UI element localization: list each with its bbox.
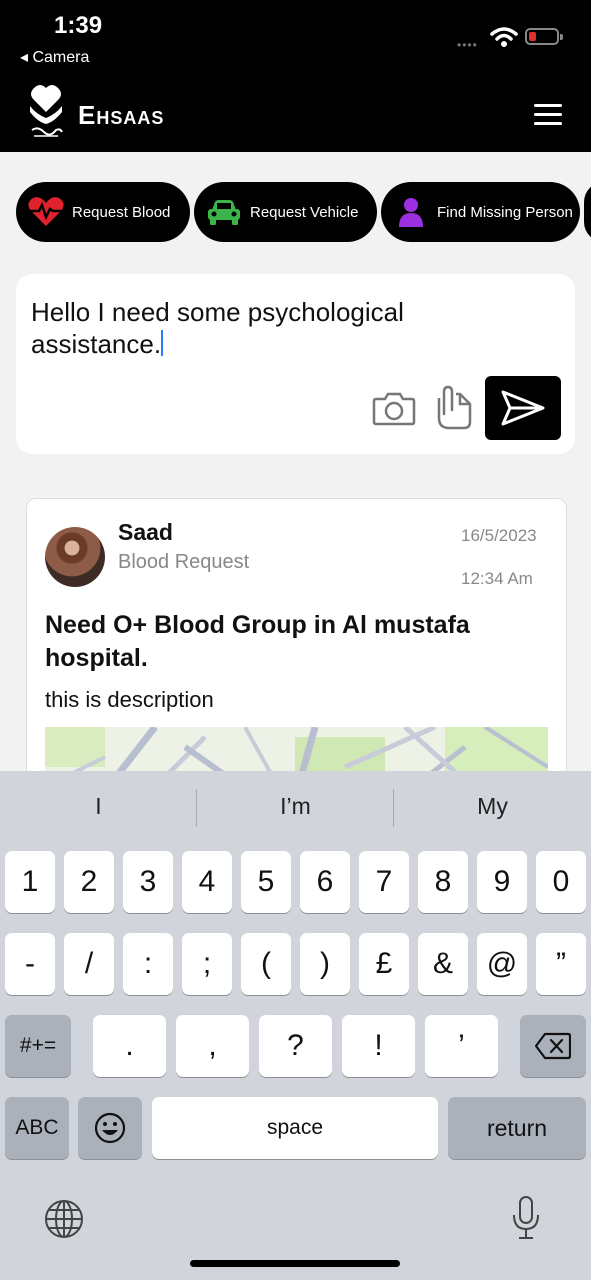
key[interactable]: 1	[5, 851, 55, 913]
camera-icon[interactable]	[372, 390, 416, 426]
app-title: Ehsaas	[78, 100, 165, 130]
post-type: Blood Request	[118, 551, 250, 573]
key[interactable]: ,	[176, 1015, 249, 1077]
more-chip[interactable]	[584, 182, 591, 242]
key[interactable]: )	[300, 933, 350, 995]
chip-label: Request Blood	[72, 203, 171, 221]
car-icon	[204, 197, 244, 227]
key[interactable]: £	[359, 933, 409, 995]
heart-pulse-icon	[26, 197, 66, 227]
home-indicator	[190, 1260, 400, 1267]
message-text: Hello I need some psychological assistan…	[31, 297, 404, 359]
key[interactable]: ;	[182, 933, 232, 995]
key[interactable]: 2	[64, 851, 114, 913]
chip-label: Request Vehicle	[250, 203, 359, 221]
return-key[interactable]: return	[448, 1097, 586, 1159]
suggestion-bar: I I’m My	[0, 771, 591, 847]
emoji-key[interactable]	[78, 1097, 142, 1159]
key[interactable]: @	[477, 933, 527, 995]
post-date: 16/5/2023	[461, 526, 537, 545]
compose-box: Hello I need some psychological assistan…	[16, 274, 575, 454]
keyboard: I I’m My 1 2 3 4 5 6 7 8 9 0 - / : ; ( )…	[0, 771, 591, 1280]
key[interactable]: 9	[477, 851, 527, 913]
message-input[interactable]: Hello I need some psychological assistan…	[31, 296, 451, 360]
space-key[interactable]: space	[152, 1097, 438, 1159]
key[interactable]: (	[241, 933, 291, 995]
key[interactable]: &	[418, 933, 468, 995]
text-caret	[161, 330, 164, 356]
chip-label: Find Missing Person	[437, 203, 573, 221]
key[interactable]: !	[342, 1015, 415, 1077]
key[interactable]: 0	[536, 851, 586, 913]
abc-key[interactable]: ABC	[5, 1097, 69, 1159]
key[interactable]: :	[123, 933, 173, 995]
send-button[interactable]	[485, 376, 561, 440]
ehsaas-logo-icon	[30, 85, 63, 137]
key[interactable]: 4	[182, 851, 232, 913]
post-time: 12:34 Am	[461, 569, 533, 588]
microphone-icon[interactable]	[510, 1195, 542, 1241]
backspace-icon	[535, 1032, 571, 1060]
key[interactable]: -	[5, 933, 55, 995]
find-missing-person-chip[interactable]: Find Missing Person	[381, 182, 580, 242]
backspace-key[interactable]	[520, 1015, 586, 1077]
post-title: Need O+ Blood Group in Al mustafa hospit…	[45, 611, 470, 672]
suggestion[interactable]: I’m	[197, 793, 394, 820]
request-vehicle-chip[interactable]: Request Vehicle	[194, 182, 377, 242]
cellular-signal-icon: ••••	[457, 38, 478, 52]
wifi-icon	[490, 27, 518, 47]
key[interactable]: 3	[123, 851, 173, 913]
suggestion[interactable]: I	[0, 793, 197, 820]
back-to-camera-link[interactable]: ◂ Camera	[20, 47, 89, 67]
key[interactable]: 5	[241, 851, 291, 913]
key[interactable]: /	[64, 933, 114, 995]
hamburger-menu-button[interactable]	[534, 102, 564, 126]
attachment-icon[interactable]	[434, 384, 474, 432]
key[interactable]: ”	[536, 933, 586, 995]
request-blood-chip[interactable]: Request Blood	[16, 182, 190, 242]
person-icon	[391, 197, 431, 227]
post-user-name[interactable]: Saad	[118, 519, 173, 546]
key[interactable]: 6	[300, 851, 350, 913]
globe-icon[interactable]	[44, 1199, 84, 1239]
key[interactable]: ?	[259, 1015, 332, 1077]
key[interactable]: 7	[359, 851, 409, 913]
symbols-key[interactable]: #+=	[5, 1015, 71, 1077]
app-header: Ehsaas	[0, 76, 591, 152]
battery-icon	[525, 28, 563, 45]
status-time: 1:39	[54, 12, 103, 39]
post-description: this is description	[45, 687, 214, 712]
send-icon	[501, 390, 545, 426]
key[interactable]: ’	[425, 1015, 498, 1077]
quick-actions: Request Blood Request Vehicle Find Missi…	[16, 182, 591, 244]
key[interactable]: .	[93, 1015, 166, 1077]
suggestion[interactable]: My	[394, 793, 591, 820]
emoji-icon	[94, 1112, 126, 1144]
avatar[interactable]	[45, 527, 105, 587]
key[interactable]: 8	[418, 851, 468, 913]
status-bar: 1:39 ◂ Camera ••••	[0, 0, 591, 76]
